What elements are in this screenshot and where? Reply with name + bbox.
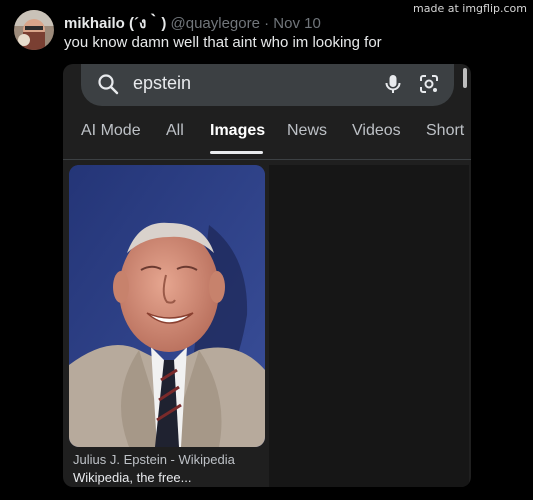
tabs-divider	[63, 159, 471, 160]
tab-all[interactable]: All	[166, 122, 184, 140]
tab-short[interactable]: Short	[426, 122, 464, 140]
image-result[interactable]: Julius J. Epstein - Wikipedia Wikipedia,…	[69, 165, 265, 487]
embedded-screenshot: epstein AI Mode All Images News Videos S…	[63, 64, 471, 487]
header-separator: ·	[264, 15, 270, 32]
user-handle[interactable]: @quaylegore	[171, 15, 260, 32]
avatar[interactable]	[14, 10, 54, 50]
search-bar[interactable]: epstein	[81, 64, 454, 106]
tab-news[interactable]: News	[287, 122, 327, 140]
tab-videos[interactable]: Videos	[352, 122, 401, 140]
result-title[interactable]: Julius J. Epstein - Wikipedia	[73, 452, 235, 467]
tweet-date[interactable]: Nov 10	[273, 15, 321, 32]
tweet-header: mikhailo (´ง｀) @quaylegore · Nov 10	[64, 11, 321, 35]
search-input[interactable]: epstein	[133, 73, 191, 94]
tab-ai-mode[interactable]: AI Mode	[81, 122, 141, 140]
display-name[interactable]: mikhailo (´ง｀)	[64, 15, 166, 32]
result-photo[interactable]	[69, 165, 265, 447]
result-source[interactable]: Wikipedia, the free...	[73, 470, 192, 485]
empty-result-column	[269, 165, 469, 487]
tab-images[interactable]: Images	[210, 122, 265, 140]
scrollbar[interactable]	[463, 68, 467, 88]
search-tabs: AI Mode All Images News Videos Short	[63, 122, 471, 160]
avatar-image	[14, 10, 54, 50]
imgflip-watermark: made at imgflip.com	[413, 2, 527, 15]
tweet-text: you know damn well that aint who im look…	[64, 34, 382, 51]
microphone-icon[interactable]	[381, 72, 405, 96]
active-tab-indicator	[210, 151, 263, 154]
search-icon	[97, 73, 119, 95]
lens-camera-icon[interactable]	[417, 72, 441, 96]
